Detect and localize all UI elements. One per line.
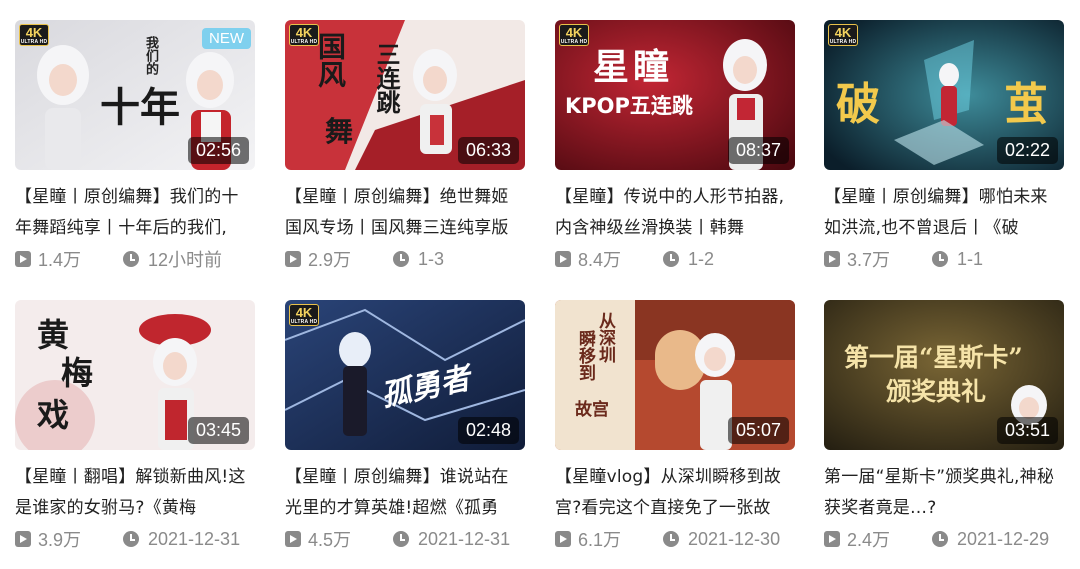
- video-thumbnail[interactable]: 黄 梅 戏 03:45: [15, 300, 255, 450]
- view-count: 8.4万: [578, 250, 622, 270]
- video-thumbnail[interactable]: 第一届“星斯卡” 颁奖典礼 03:51: [824, 300, 1064, 450]
- video-card[interactable]: 星瞳 KPOP五连跳 4K ULTRA HD 08:37 【星瞳】传说中的人形节拍…: [555, 20, 795, 272]
- play-count-icon: [555, 251, 571, 267]
- video-card[interactable]: 从深圳 瞬移到 故宫 05:07 【星瞳vlog】从深圳瞬移到故宫?看完这个直接…: [555, 300, 795, 552]
- video-duration: 05:07: [727, 417, 789, 444]
- 4k-badge: 4K ULTRA HD: [19, 24, 49, 46]
- video-thumbnail[interactable]: 国风 舞 三连跳 4K ULTRA HD 06:33: [285, 20, 525, 170]
- publish-date: 2021-12-31: [418, 528, 511, 549]
- video-meta: 3.7万 1-1: [824, 246, 1064, 272]
- video-thumbnail[interactable]: 从深圳 瞬移到 故宫 05:07: [555, 300, 795, 450]
- play-count-icon: [285, 251, 301, 267]
- publish-date: 2021-12-29: [957, 528, 1050, 549]
- video-duration: 02:48: [457, 417, 519, 444]
- video-meta: 3.9万 2021-12-31: [15, 526, 255, 552]
- clock-icon: [393, 531, 409, 547]
- clock-icon: [123, 251, 139, 267]
- new-badge: NEW: [202, 28, 251, 49]
- publish-date: 1-1: [957, 248, 984, 269]
- thumbnail-caption: KPOP五连跳: [565, 94, 693, 118]
- play-count-icon: [824, 251, 840, 267]
- play-count-icon: [555, 531, 571, 547]
- video-grid: 我们的 十年 4K ULTRA HD NEW 02:56 【星瞳丨原创编舞】我们的…: [0, 0, 1080, 569]
- publish-date: 1-3: [418, 248, 445, 269]
- video-meta: 2.4万 2021-12-29: [824, 526, 1064, 552]
- video-meta: 4.5万 2021-12-31: [285, 526, 525, 552]
- video-card[interactable]: 第一届“星斯卡” 颁奖典礼 03:51 第一届“星斯卡”颁奖典礼,神秘获奖者竟是…: [824, 300, 1064, 552]
- publish-date: 12小时前: [148, 250, 223, 270]
- 4k-badge: 4K ULTRA HD: [828, 24, 858, 46]
- clock-icon: [663, 251, 679, 267]
- 4k-badge: 4K ULTRA HD: [289, 24, 319, 46]
- thumbnail-caption: 第一届“星斯卡”: [844, 343, 1023, 372]
- view-count: 4.5万: [308, 530, 352, 550]
- video-duration: 03:45: [187, 417, 249, 444]
- clock-icon: [393, 251, 409, 267]
- video-card[interactable]: 我们的 十年 4K ULTRA HD NEW 02:56 【星瞳丨原创编舞】我们的…: [15, 20, 255, 272]
- clock-icon: [663, 531, 679, 547]
- thumbnail-caption: 舞: [325, 115, 354, 148]
- video-card[interactable]: 黄 梅 戏 03:45 【星瞳丨翻唱】解锁新曲风!这是谁家的女驸马?《黄梅 3.…: [15, 300, 255, 552]
- publish-date: 2021-12-31: [148, 528, 241, 549]
- thumbnail-caption: 星瞳: [593, 47, 674, 88]
- view-count: 6.1万: [578, 530, 622, 550]
- thumbnail-caption: 三连跳: [372, 42, 401, 114]
- view-count: 3.7万: [847, 250, 891, 270]
- thumbnail-caption: 瞬移到: [575, 330, 595, 381]
- play-count-icon: [15, 531, 31, 547]
- play-count-icon: [824, 531, 840, 547]
- video-card[interactable]: 孤勇者 4K ULTRA HD 02:48 【星瞳丨原创编舞】谁说站在光里的才算英…: [285, 300, 525, 552]
- view-count: 2.4万: [847, 530, 891, 550]
- clock-icon: [932, 531, 948, 547]
- video-meta: 6.1万 2021-12-30: [555, 526, 795, 552]
- video-meta: 2.9万 1-3: [285, 246, 525, 272]
- video-meta: 8.4万 1-2: [555, 246, 795, 272]
- publish-date: 2021-12-30: [688, 528, 781, 549]
- video-card[interactable]: 破 茧 4K ULTRA HD 02:22 【星瞳丨原创编舞】哪怕未来如洪流,也不…: [824, 20, 1064, 272]
- thumbnail-caption: 故宫: [575, 400, 609, 420]
- video-title[interactable]: 【星瞳】传说中的人形节拍器,内含神级丝滑换装丨韩舞: [555, 182, 795, 244]
- 4k-badge: 4K ULTRA HD: [289, 304, 319, 326]
- 4k-badge: 4K ULTRA HD: [559, 24, 589, 46]
- video-meta: 1.4万 12小时前: [15, 246, 255, 272]
- video-thumbnail[interactable]: 我们的 十年 4K ULTRA HD NEW 02:56: [15, 20, 255, 170]
- clock-icon: [932, 251, 948, 267]
- clock-icon: [123, 531, 139, 547]
- play-count-icon: [285, 531, 301, 547]
- video-card[interactable]: 国风 舞 三连跳 4K ULTRA HD 06:33 【星瞳丨原创编舞】绝世舞姬国…: [285, 20, 525, 272]
- thumbnail-caption: 戏: [37, 396, 70, 434]
- video-title[interactable]: 【星瞳丨原创编舞】谁说站在光里的才算英雄!超燃《孤勇: [285, 462, 525, 524]
- thumbnail-caption: 国风: [314, 32, 347, 88]
- video-title[interactable]: 【星瞳丨翻唱】解锁新曲风!这是谁家的女驸马?《黄梅: [15, 462, 255, 524]
- publish-date: 1-2: [688, 248, 715, 269]
- video-duration: 02:22: [996, 137, 1058, 164]
- video-title[interactable]: 【星瞳vlog】从深圳瞬移到故宫?看完这个直接免了一张故: [555, 462, 795, 524]
- video-duration: 08:37: [727, 137, 789, 164]
- view-count: 1.4万: [38, 250, 82, 270]
- video-title[interactable]: 【星瞳丨原创编舞】绝世舞姬国风专场丨国风舞三连纯享版: [285, 182, 525, 244]
- video-thumbnail[interactable]: 星瞳 KPOP五连跳 4K ULTRA HD 08:37: [555, 20, 795, 170]
- video-duration: 02:56: [187, 137, 249, 164]
- thumbnail-caption: 梅: [61, 354, 94, 392]
- video-duration: 06:33: [457, 137, 519, 164]
- view-count: 3.9万: [38, 530, 82, 550]
- thumbnail-caption: 茧: [1004, 79, 1048, 130]
- video-thumbnail[interactable]: 破 茧 4K ULTRA HD 02:22: [824, 20, 1064, 170]
- thumbnail-caption: 颁奖典礼: [886, 377, 987, 406]
- video-duration: 03:51: [996, 417, 1058, 444]
- thumbnail-caption: 从深圳: [595, 312, 615, 363]
- video-title[interactable]: 第一届“星斯卡”颁奖典礼,神秘获奖者竟是…?: [824, 462, 1064, 524]
- thumbnail-caption: 十年: [100, 84, 180, 131]
- video-title[interactable]: 【星瞳丨原创编舞】哪怕未来如洪流,也不曾退后丨《破: [824, 182, 1064, 244]
- video-title[interactable]: 【星瞳丨原创编舞】我们的十年舞蹈纯享丨十年后的我们,: [15, 182, 255, 244]
- view-count: 2.9万: [308, 250, 352, 270]
- thumbnail-caption: 破: [836, 79, 880, 130]
- video-thumbnail[interactable]: 孤勇者 4K ULTRA HD 02:48: [285, 300, 525, 450]
- play-count-icon: [15, 251, 31, 267]
- thumbnail-caption: 我们的: [143, 36, 158, 75]
